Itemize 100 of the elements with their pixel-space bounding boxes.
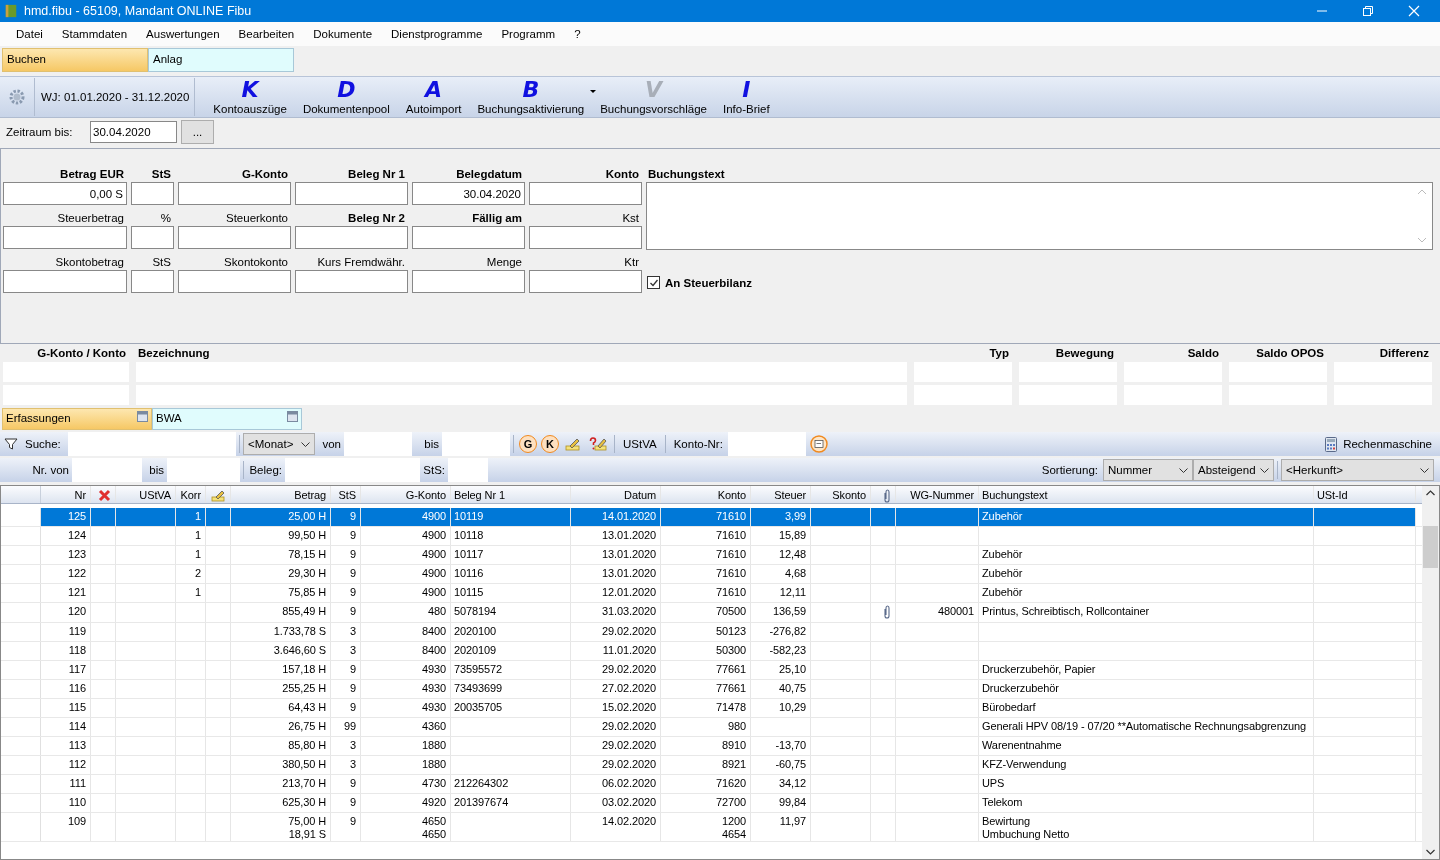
caret-icon[interactable]	[590, 90, 597, 94]
input-field[interactable]	[3, 270, 127, 293]
sort-field-dropdown[interactable]: Nummer	[1103, 459, 1193, 481]
table-row[interactable]: 118 3.646,60 S 3 8400 2020109 11.01.2020 50300 -582,23	[1, 642, 1422, 661]
table-row[interactable]: 113 85,80 H 3 1880 29.02.2020 8910 -13,70 Warenentnahme	[1, 737, 1422, 756]
toolbar-button[interactable]: A Autoimport	[397, 78, 470, 116]
table-row[interactable]: 120 855,49 H 9 480 5078194 31.03.2020 70500 136,59 480001 Printus, Schreibtisch, Rollcontainer	[1, 603, 1422, 623]
restore-icon[interactable]	[1362, 5, 1374, 17]
column-header[interactable]: WG-Nummer	[896, 486, 979, 503]
number-to-field[interactable]	[167, 458, 240, 482]
scroll-down-icon[interactable]	[1426, 849, 1435, 855]
chevron-icon[interactable]	[1179, 467, 1188, 473]
table-row[interactable]: 110 625,30 H 9 4920 201397674 03.02.2020 72700 99,84 Telekom	[1, 794, 1422, 813]
table-row[interactable]: 114 26,75 H 99 4360 29.02.2020 980 Generali HPV 08/19 - 07/20 **Automatische Rechnungsabgrenzung	[1, 718, 1422, 737]
number-from-field[interactable]	[72, 458, 142, 482]
column-header[interactable]: USt-Id	[1314, 486, 1416, 503]
column-header[interactable]: G-Konto	[361, 486, 451, 503]
window-icon[interactable]	[137, 411, 148, 422]
window-icon[interactable]	[809, 435, 828, 453]
close-icon[interactable]	[1408, 5, 1420, 17]
menu-item[interactable]: ?	[574, 28, 581, 40]
table-row[interactable]: 115 64,43 H 9 4930 20035705 15.02.2020 71478 10,29 Bürobedarf	[1, 699, 1422, 718]
column-header[interactable]: Beleg Nr 1	[451, 486, 571, 503]
input-field[interactable]	[131, 270, 174, 293]
input-field[interactable]: 0,00 S	[3, 182, 127, 205]
table-row[interactable]: 124 1 99,50 H 9 4900 10118 13.01.2020 71610 15,89	[1, 527, 1422, 546]
period-field[interactable]: 30.04.2020	[90, 121, 177, 143]
chevron-icon[interactable]	[1260, 467, 1269, 473]
month-dropdown[interactable]: <Monat>	[243, 433, 315, 455]
table-row[interactable]: 117 157,18 H 9 4930 73595572 29.02.2020 77661 25,10 Druckerzubehör, Papier	[1, 661, 1422, 680]
list-tab[interactable]: BWA	[152, 408, 302, 430]
scroll-up-icon[interactable]	[1426, 490, 1435, 496]
input-field[interactable]	[412, 226, 525, 249]
paperclip-icon[interactable]	[883, 488, 891, 503]
scrollbar-thumb[interactable]	[1423, 526, 1438, 568]
input-field[interactable]	[178, 270, 291, 293]
table-row[interactable]: 122 2 29,30 H 9 4900 10116 13.01.2020 71610 4,68 Zubehör	[1, 565, 1422, 584]
menu-item[interactable]: Dienstprogramme	[391, 28, 483, 40]
sort-order-dropdown[interactable]: Absteigend	[1193, 459, 1274, 481]
column-header[interactable]: UStVA	[116, 486, 176, 503]
menu-item[interactable]: Datei	[16, 28, 43, 40]
input-field[interactable]	[178, 226, 291, 249]
settings-icon[interactable]	[8, 88, 26, 106]
input-field[interactable]: 30.04.2020	[412, 182, 525, 205]
module-tab[interactable]: Buchen	[2, 48, 148, 72]
column-header[interactable]: Betrag	[231, 486, 331, 503]
column-header[interactable]: Skonto	[811, 486, 871, 503]
input-field[interactable]	[295, 226, 408, 249]
pencil-icon[interactable]	[565, 437, 581, 451]
table-row[interactable]: 111 213,70 H 9 4730 212264302 06.02.2020 71620 34,12 UPS	[1, 775, 1422, 794]
delete-icon[interactable]	[98, 489, 111, 502]
calculator-button[interactable]: Rechenmaschine	[1325, 436, 1432, 452]
input-field[interactable]	[131, 226, 174, 249]
module-tab[interactable]: Anlag	[148, 48, 294, 72]
column-header[interactable]: Nr	[41, 486, 91, 503]
column-header[interactable]: StS	[331, 486, 361, 503]
column-header[interactable]: Buchungstext	[979, 486, 1314, 503]
column-header[interactable]: Konto	[661, 486, 751, 503]
ustva-button[interactable]: UStVA	[618, 438, 662, 450]
table-row[interactable]: 125 1 25,00 H 9 4900 10119 14.01.2020 71610 3,99 Zubehör	[1, 508, 1422, 527]
window-icon[interactable]	[287, 411, 298, 422]
filter-icon[interactable]	[4, 437, 18, 451]
paperclip-icon[interactable]	[883, 605, 891, 619]
origin-dropdown[interactable]: <Herkunft>	[1281, 459, 1434, 481]
menu-item[interactable]: Stammdaten	[61, 28, 128, 40]
input-field[interactable]	[295, 270, 408, 293]
input-field[interactable]	[529, 226, 642, 249]
menu-item[interactable]: Dokumente	[313, 28, 373, 40]
toolbar-button[interactable]: K Kontoauszüge	[205, 78, 295, 116]
table-row[interactable]: 123 1 78,15 H 9 4900 10117 13.01.2020 71610 12,48 Zubehör	[1, 546, 1422, 565]
column-header[interactable]: Korr	[176, 486, 206, 503]
column-header[interactable]: Steuer	[751, 486, 811, 503]
filter-toggle-button[interactable]: G	[519, 435, 537, 453]
table-row[interactable]: 121 1 75,85 H 9 4900 10115 12.01.2020 71610 12,11 Zubehör	[1, 584, 1422, 603]
date-to-field[interactable]	[442, 432, 510, 456]
tax-key-field[interactable]	[448, 458, 488, 482]
document-field[interactable]	[285, 458, 420, 482]
input-field[interactable]	[178, 182, 291, 205]
filter-toggle-button[interactable]: K	[541, 435, 559, 453]
checkbox[interactable]	[647, 276, 660, 289]
table-row[interactable]: 119 1.733,78 S 3 8400 2020100 29.02.2020 50123 -276,82	[1, 623, 1422, 642]
pencil-icon[interactable]	[211, 489, 226, 502]
list-tab[interactable]: Erfassungen	[2, 408, 152, 430]
chevron-icon[interactable]	[1420, 467, 1429, 473]
input-field[interactable]	[131, 182, 174, 205]
date-picker-button[interactable]: ...	[181, 120, 214, 144]
search-field[interactable]	[68, 432, 236, 456]
toolbar-button[interactable]: B Buchungsaktivierung	[469, 78, 593, 116]
toolbar-button[interactable]: D Dokumentenpool	[294, 78, 398, 116]
toolbar-button[interactable]: I Info-Brief	[714, 78, 778, 116]
menu-item[interactable]: Programm	[501, 28, 556, 40]
account-number-field[interactable]	[727, 432, 806, 456]
input-field[interactable]	[412, 270, 525, 293]
question-pencil-icon[interactable]	[589, 437, 607, 451]
column-header[interactable]: Datum	[571, 486, 661, 503]
input-field[interactable]	[529, 270, 642, 293]
date-from-field[interactable]	[344, 432, 412, 456]
table-row[interactable]: 109 75,00 H 18,91 S 9 4650 4650 14.02.2020 1200 4654 11,97 Bewirtung Umbuchung Netto	[1, 813, 1422, 842]
input-field[interactable]	[295, 182, 408, 205]
menu-item[interactable]: Auswertungen	[146, 28, 220, 40]
